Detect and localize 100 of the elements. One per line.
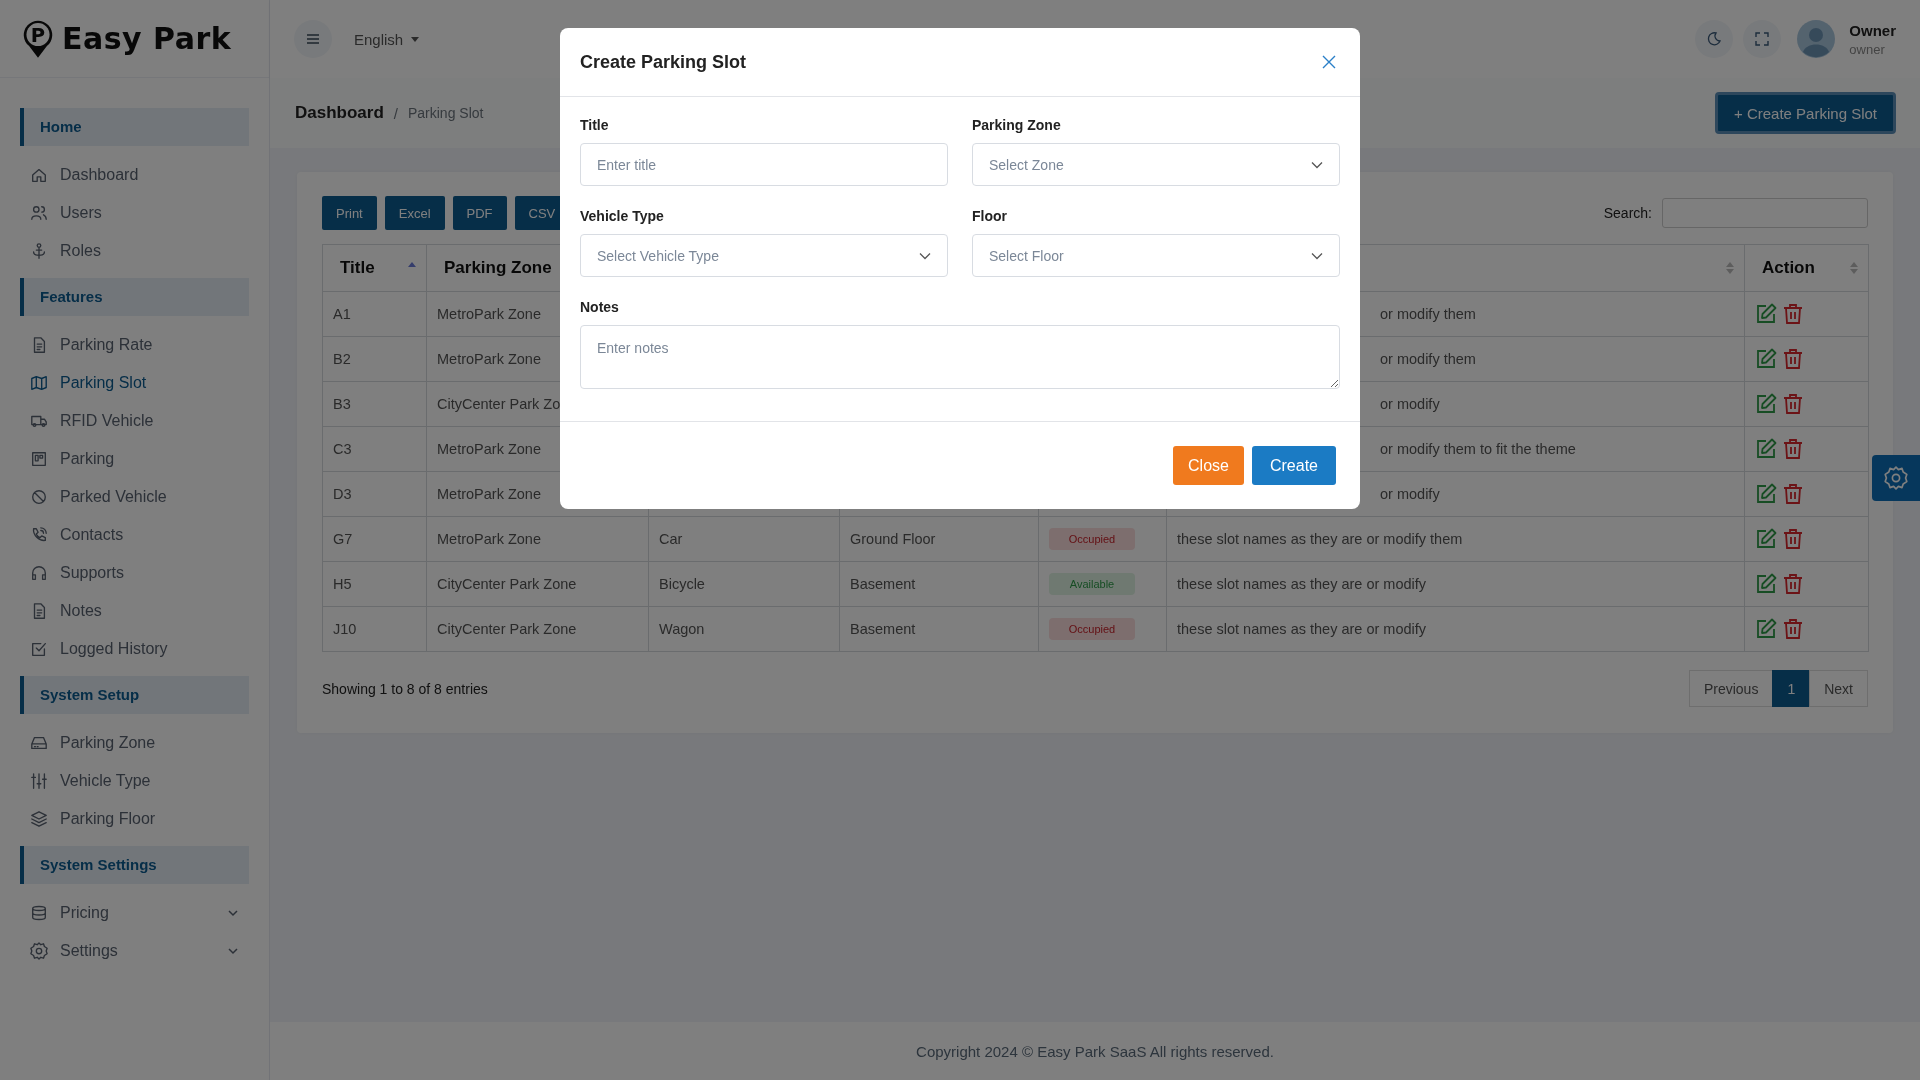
user-name: Owner (1849, 21, 1896, 39)
select-field[interactable]: Select Floor (972, 234, 1340, 277)
table-cell: CityCenter Park Zone (437, 576, 577, 592)
sidebar-item[interactable]: Supports (0, 554, 269, 592)
select-field[interactable]: Select Zone (972, 143, 1340, 186)
sidebar-item[interactable]: Logged History (0, 630, 269, 668)
search-label: Search: (1603, 205, 1652, 221)
sidebar-item[interactable]: Settings (0, 932, 269, 970)
sidebar-item[interactable]: RFID Vehicle (0, 402, 269, 440)
sidebar-item[interactable]: Roles (0, 232, 269, 270)
pagination-button[interactable]: Next (1809, 670, 1868, 707)
delete-icon[interactable] (1783, 483, 1803, 505)
sidebar-item[interactable]: Parking Zone (0, 724, 269, 762)
table-cell: D3 (333, 486, 352, 502)
column-header[interactable]: Parking Zone (444, 258, 552, 278)
column-header[interactable]: Action (1762, 258, 1815, 278)
delete-icon[interactable] (1783, 618, 1803, 640)
table-cell: Car (659, 531, 683, 547)
table-cell: MetroPark Zone (437, 441, 541, 457)
select-field[interactable]: Select Vehicle Type (580, 234, 948, 277)
sidebar-item[interactable]: Parking Floor (0, 800, 269, 838)
field-label: Notes (580, 299, 620, 315)
text-field[interactable]: Enter title (580, 143, 948, 186)
sidebar-item[interactable]: Parked Vehicle (0, 478, 269, 516)
search-field[interactable] (1662, 198, 1868, 228)
field-label: Floor (972, 208, 1008, 224)
settings-button[interactable] (1872, 455, 1920, 501)
edit-icon[interactable] (1755, 573, 1777, 595)
copyright-text: Copyright 2024 © Easy Park SaaS All rights reserved. (916, 1042, 1274, 1060)
sort-icon[interactable] (1850, 261, 1858, 275)
status-badge: Occupied (1049, 618, 1135, 640)
sidebar-item[interactable]: Notes (0, 592, 269, 630)
fullscreen-button[interactable] (1743, 20, 1782, 58)
table-cell: these slot names as they are or modify them (1177, 531, 1463, 547)
export-button[interactable]: PDF (452, 196, 507, 230)
table-cell: G7 (333, 531, 353, 547)
user-role: owner (1849, 41, 1886, 57)
sidebar-item[interactable]: Parking Slot (0, 364, 269, 402)
pagination-button[interactable]: 1 (1772, 670, 1811, 707)
table-cell: H5 (333, 576, 352, 592)
table-cell: or modify (1380, 486, 1440, 502)
language-dropdown[interactable]: English (348, 29, 426, 49)
table-cell: MetroPark Zone (437, 351, 541, 367)
pagination-button[interactable]: Previous (1688, 670, 1774, 707)
edit-icon[interactable] (1755, 393, 1777, 415)
sidebar-item[interactable]: Parking Rate (0, 326, 269, 364)
delete-icon[interactable] (1783, 528, 1803, 550)
table-cell: MetroPark Zone (437, 306, 541, 322)
edit-icon[interactable] (1755, 528, 1777, 550)
table-cell: Basement (850, 621, 916, 637)
chevron-icon (1311, 160, 1323, 169)
delete-icon[interactable] (1783, 393, 1803, 415)
status-badge: Occupied (1049, 528, 1135, 550)
sort-icon[interactable] (1726, 261, 1734, 275)
table-cell: Bicycle (659, 576, 705, 592)
section-header: Features (20, 278, 249, 316)
delete-icon[interactable] (1783, 303, 1803, 325)
edit-icon[interactable] (1755, 303, 1777, 325)
delete-icon[interactable] (1783, 348, 1803, 370)
sidebar-item[interactable]: Dashboard (0, 156, 269, 194)
edit-icon[interactable] (1755, 618, 1777, 640)
table-cell: J10 (333, 621, 357, 637)
edit-icon[interactable] (1755, 348, 1777, 370)
sidebar-item[interactable]: Vehicle Type (0, 762, 269, 800)
edit-icon[interactable] (1755, 483, 1777, 505)
column-header[interactable]: Title (340, 258, 375, 278)
table-cell: CityCenter Park Zo (437, 396, 561, 412)
chevron-icon (919, 251, 931, 260)
close-button[interactable]: Close (1173, 446, 1244, 485)
close-icon (1322, 55, 1336, 69)
brand-name: Easy Park (62, 21, 232, 56)
menu-button[interactable] (294, 20, 332, 58)
drive-icon (30, 734, 48, 752)
export-button[interactable]: Print (322, 196, 377, 230)
export-button[interactable]: Excel (384, 196, 445, 230)
sidebar-item[interactable]: Parking (0, 440, 269, 478)
create-button[interactable]: + Create Parking Slot (1715, 92, 1896, 134)
sidebar-item[interactable]: Contacts (0, 516, 269, 554)
sidebar-item[interactable]: Pricing (0, 894, 269, 932)
prohibited-icon (30, 488, 48, 506)
table-cell: CityCenter Park Zone (437, 621, 577, 637)
notes-field[interactable]: Enter notes (580, 325, 1340, 389)
section-header: Home (20, 108, 249, 146)
table-cell: Ground Floor (850, 531, 936, 547)
table-cell: MetroPark Zone (437, 531, 541, 547)
table-cell: MetroPark Zone (437, 486, 541, 502)
delete-icon[interactable] (1783, 438, 1803, 460)
table-cell: or modify them to fit the theme (1380, 441, 1576, 457)
avatar-icon[interactable] (1797, 20, 1836, 58)
create-button[interactable]: Create (1251, 446, 1336, 485)
sidebar-item[interactable]: Users (0, 194, 269, 232)
map-icon (30, 374, 48, 392)
field-label: Parking Zone (972, 117, 1062, 133)
breadcrumb-item[interactable]: Dashboard (295, 103, 384, 123)
table-cell: or modify them (1380, 351, 1476, 367)
edit-icon[interactable] (1755, 438, 1777, 460)
breadcrumb-item: Parking Slot (407, 105, 484, 121)
dark-mode-button[interactable] (1695, 20, 1734, 58)
delete-icon[interactable] (1783, 573, 1803, 595)
home-icon (30, 166, 48, 184)
